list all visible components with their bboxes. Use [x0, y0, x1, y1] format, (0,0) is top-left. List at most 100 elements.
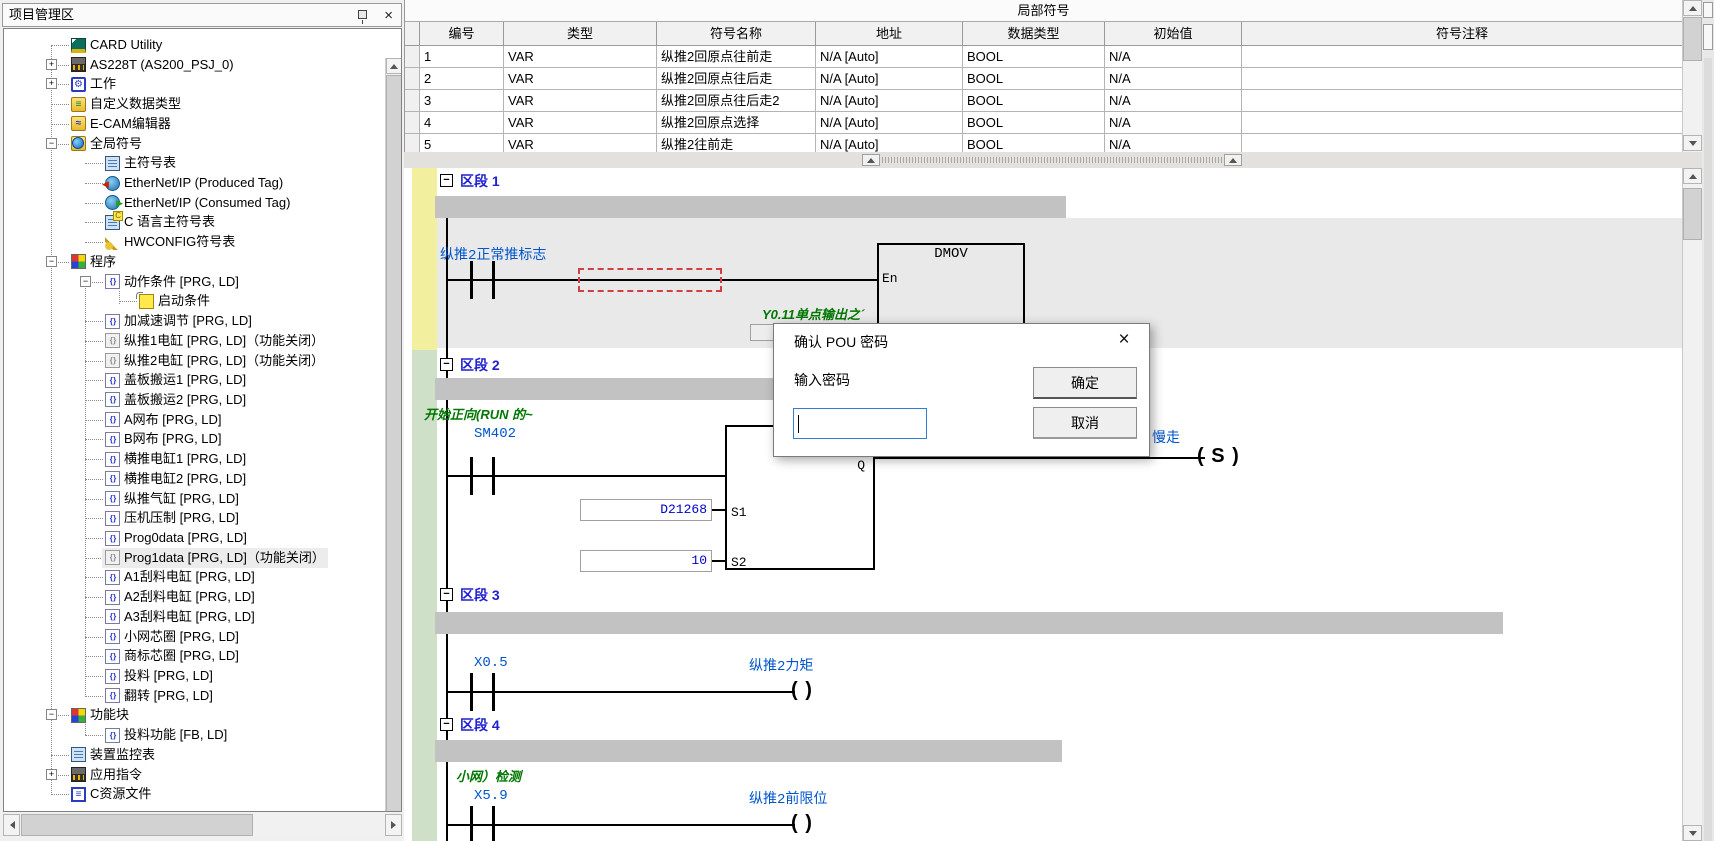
- section4-title[interactable]: 区段 4: [460, 715, 500, 735]
- tree-item-content[interactable]: 翻转 [PRG, LD]: [102, 686, 216, 706]
- scroll-up-button[interactable]: [1683, 168, 1702, 184]
- section1-title[interactable]: 区段 1: [460, 171, 500, 191]
- tree-item[interactable]: CARD Utility: [4, 35, 383, 55]
- symbol-cell[interactable]: N/A [Auto]: [816, 46, 963, 68]
- tree-item-content[interactable]: A网布 [PRG, LD]: [102, 410, 225, 430]
- dialog-close-icon[interactable]: ×: [1111, 328, 1137, 352]
- tree-item[interactable]: 纵推气缸 [PRG, LD]: [4, 489, 383, 509]
- collapse-icon[interactable]: −: [46, 138, 57, 149]
- tree-item[interactable]: E-CAM编辑器: [4, 114, 383, 134]
- tree-item[interactable]: HWCONFIG符号表: [4, 232, 383, 252]
- tree-item[interactable]: C 语言主符号表: [4, 212, 383, 232]
- tree-item-content[interactable]: 主符号表: [102, 153, 179, 173]
- symbol-cell[interactable]: 2: [420, 68, 504, 90]
- output-coil[interactable]: ( ): [791, 679, 813, 702]
- tree-item[interactable]: EtherNet/IP (Consumed Tag): [4, 193, 383, 213]
- tree-item-content[interactable]: HWCONFIG符号表: [102, 232, 238, 252]
- output-coil[interactable]: ( ): [791, 812, 813, 835]
- symbol-cell[interactable]: N/A [Auto]: [816, 112, 963, 134]
- row-selector[interactable]: [405, 46, 420, 68]
- tree-item-content[interactable]: 盖板搬运2 [PRG, LD]: [102, 390, 249, 410]
- tree-item[interactable]: −功能块: [4, 705, 383, 725]
- tree-item-content[interactable]: 动作条件 [PRG, LD]: [102, 272, 242, 292]
- cancel-button[interactable]: 取消: [1033, 407, 1137, 439]
- tree-vertical-scrollbar[interactable]: [385, 58, 402, 812]
- tree-item-content[interactable]: Prog0data [PRG, LD]: [102, 528, 250, 548]
- section3-title[interactable]: 区段 3: [460, 585, 500, 605]
- section2-collapse-icon[interactable]: −: [440, 358, 453, 371]
- tree-item[interactable]: +AS228T (AS200_PSJ_0): [4, 55, 383, 75]
- tree-item-content[interactable]: A2刮料电缸 [PRG, LD]: [102, 587, 258, 607]
- tree-item[interactable]: Prog0data [PRG, LD]: [4, 528, 383, 548]
- tree-item[interactable]: A3刮料电缸 [PRG, LD]: [4, 607, 383, 627]
- tree-item-content[interactable]: 纵推气缸 [PRG, LD]: [102, 489, 242, 509]
- edge-button[interactable]: [1703, 24, 1713, 50]
- tree-item[interactable]: 横推电缸1 [PRG, LD]: [4, 449, 383, 469]
- tree-item-content[interactable]: 盖板搬运1 [PRG, LD]: [102, 370, 249, 390]
- symbol-cell[interactable]: BOOL: [963, 46, 1105, 68]
- tree-item[interactable]: B网布 [PRG, LD]: [4, 429, 383, 449]
- section1-comment-bar[interactable]: [435, 196, 1066, 218]
- ok-button[interactable]: 确定: [1033, 367, 1137, 399]
- symbol-cell[interactable]: [1242, 90, 1682, 112]
- tree-item[interactable]: +工作: [4, 74, 383, 94]
- collapse-icon[interactable]: −: [80, 276, 91, 287]
- tree-item[interactable]: 盖板搬运1 [PRG, LD]: [4, 370, 383, 390]
- operand-box-s2[interactable]: 10: [580, 550, 712, 572]
- symbol-cell[interactable]: BOOL: [963, 68, 1105, 90]
- symbol-cell[interactable]: 纵推2回原点往后走: [657, 68, 816, 90]
- tree-item-content[interactable]: 横推电缸1 [PRG, LD]: [102, 449, 249, 469]
- scrollbar-thumb[interactable]: [1683, 188, 1702, 240]
- scroll-down-button[interactable]: [1683, 825, 1702, 841]
- symbol-cell[interactable]: [1242, 134, 1682, 152]
- tree-item-content[interactable]: 启动条件: [136, 291, 213, 311]
- tree-item[interactable]: 装置监控表: [4, 745, 383, 765]
- tree-item[interactable]: 压机压制 [PRG, LD]: [4, 508, 383, 528]
- tree-item[interactable]: 加减速调节 [PRG, LD]: [4, 311, 383, 331]
- symbol-cell[interactable]: N/A: [1105, 112, 1242, 134]
- tree-item[interactable]: A2刮料电缸 [PRG, LD]: [4, 587, 383, 607]
- symbol-cell[interactable]: N/A [Auto]: [816, 90, 963, 112]
- tree-item-content[interactable]: CARD Utility: [68, 35, 165, 55]
- tree-item[interactable]: 自定义数据类型: [4, 94, 383, 114]
- symbol-cell[interactable]: 3: [420, 90, 504, 112]
- splitter-collapse-button[interactable]: [862, 154, 880, 166]
- pin-icon[interactable]: [358, 10, 367, 19]
- tree-item[interactable]: 纵推1电缸 [PRG, LD]（功能关闭）: [4, 331, 383, 351]
- symbol-cell[interactable]: N/A [Auto]: [816, 68, 963, 90]
- symbol-cell[interactable]: BOOL: [963, 134, 1105, 152]
- contact-bar[interactable]: [492, 457, 495, 495]
- symbol-cell[interactable]: 1: [420, 46, 504, 68]
- tree-item[interactable]: 纵推2电缸 [PRG, LD]（功能关闭）: [4, 351, 383, 371]
- scrollbar-thumb[interactable]: [1683, 17, 1702, 61]
- tree-item-content[interactable]: 压机压制 [PRG, LD]: [102, 508, 242, 528]
- tree-item-content[interactable]: 自定义数据类型: [68, 94, 184, 114]
- expand-icon[interactable]: +: [46, 59, 57, 70]
- tree-item-content[interactable]: E-CAM编辑器: [68, 114, 174, 134]
- tree-item[interactable]: A1刮料电缸 [PRG, LD]: [4, 567, 383, 587]
- symbol-cell[interactable]: N/A [Auto]: [816, 134, 963, 152]
- tree-item-content[interactable]: 横推电缸2 [PRG, LD]: [102, 469, 249, 489]
- tree-item[interactable]: 商标芯圈 [PRG, LD]: [4, 646, 383, 666]
- tree-item-content[interactable]: Prog1data [PRG, LD]（功能关闭）: [102, 548, 328, 568]
- symbol-cell[interactable]: BOOL: [963, 112, 1105, 134]
- tree-item-content[interactable]: C 语言主符号表: [102, 212, 218, 232]
- collapse-icon[interactable]: −: [46, 709, 57, 720]
- tree-item[interactable]: −程序: [4, 252, 383, 272]
- tree-horizontal-scrollbar[interactable]: [3, 814, 402, 836]
- table-vertical-scrollbar[interactable]: [1682, 0, 1702, 152]
- tree-item[interactable]: −动作条件 [PRG, LD]: [4, 272, 383, 292]
- edge-button[interactable]: [1703, 2, 1713, 18]
- scroll-right-button[interactable]: [385, 814, 402, 836]
- set-coil[interactable]: ( S ): [1197, 445, 1240, 468]
- scrollbar-thumb[interactable]: [386, 75, 402, 812]
- ladder-vertical-scrollbar[interactable]: [1682, 168, 1702, 841]
- tree-item-content[interactable]: 投料功能 [FB, LD]: [102, 725, 230, 745]
- splitter-grip[interactable]: [882, 157, 1224, 163]
- collapse-icon[interactable]: −: [46, 256, 57, 267]
- contact-bar[interactable]: [492, 673, 495, 711]
- symbol-cell[interactable]: BOOL: [963, 90, 1105, 112]
- tree-item-content[interactable]: 程序: [68, 252, 119, 272]
- symbol-cell[interactable]: 纵推2回原点选择: [657, 112, 816, 134]
- scrollbar-thumb[interactable]: [21, 814, 253, 836]
